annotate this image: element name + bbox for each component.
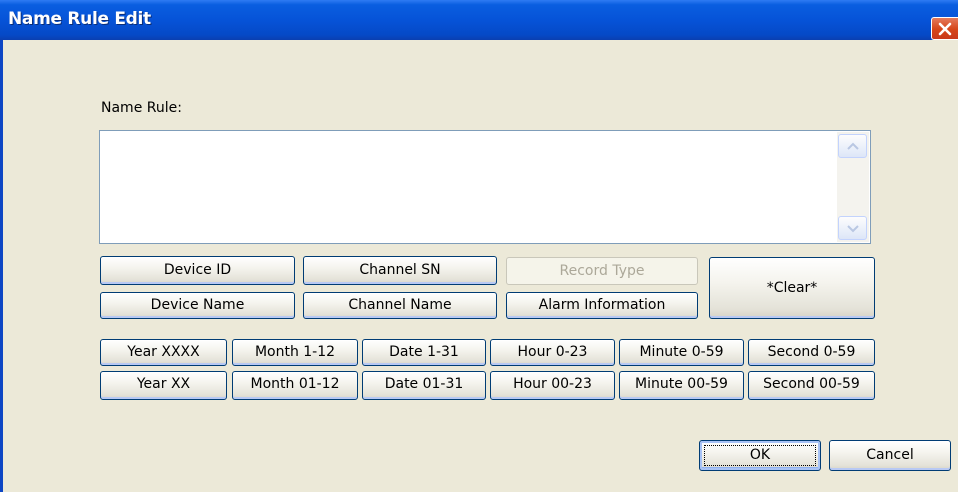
- year-xxxx-button[interactable]: Year XXXX: [100, 339, 227, 366]
- month-01-12-button[interactable]: Month 01-12: [232, 371, 358, 400]
- arrow-up-icon: [847, 142, 859, 150]
- cancel-button[interactable]: Cancel: [829, 440, 951, 471]
- minute-0-59-button[interactable]: Minute 0-59: [619, 339, 744, 366]
- window-border: [0, 40, 3, 492]
- window-title: Name Rule Edit: [8, 9, 151, 29]
- hour-00-23-button[interactable]: Hour 00-23: [490, 371, 615, 400]
- close-icon: [938, 22, 952, 36]
- title-bar[interactable]: Name Rule Edit: [0, 0, 958, 40]
- alarm-information-button[interactable]: Alarm Information: [506, 292, 698, 319]
- ok-button[interactable]: OK: [699, 440, 821, 471]
- arrow-down-icon: [847, 225, 859, 233]
- minute-00-59-button[interactable]: Minute 00-59: [619, 371, 744, 400]
- clear-button[interactable]: *Clear*: [709, 257, 875, 319]
- device-id-button[interactable]: Device ID: [100, 256, 295, 285]
- hour-0-23-button[interactable]: Hour 0-23: [490, 339, 615, 366]
- name-rule-edit-dialog: Name Rule Edit Name Rule: Device ID Chan…: [0, 0, 958, 492]
- second-00-59-button[interactable]: Second 00-59: [748, 371, 875, 400]
- record-type-button[interactable]: Record Type: [506, 257, 698, 285]
- scroll-down-button[interactable]: [838, 216, 867, 240]
- month-1-12-button[interactable]: Month 1-12: [232, 339, 358, 366]
- year-xx-button[interactable]: Year XX: [100, 371, 227, 400]
- close-button[interactable]: [931, 17, 958, 40]
- scroll-up-button[interactable]: [838, 134, 867, 158]
- name-rule-label: Name Rule:: [101, 100, 182, 116]
- device-name-button[interactable]: Device Name: [100, 292, 295, 319]
- channel-name-button[interactable]: Channel Name: [303, 292, 497, 319]
- name-rule-textarea[interactable]: [99, 130, 871, 244]
- date-1-31-button[interactable]: Date 1-31: [362, 339, 486, 366]
- vertical-scrollbar[interactable]: [837, 132, 869, 242]
- channel-sn-button[interactable]: Channel SN: [303, 256, 497, 285]
- ok-label: OK: [749, 447, 771, 463]
- date-01-31-button[interactable]: Date 01-31: [362, 371, 486, 400]
- second-0-59-button[interactable]: Second 0-59: [748, 339, 875, 366]
